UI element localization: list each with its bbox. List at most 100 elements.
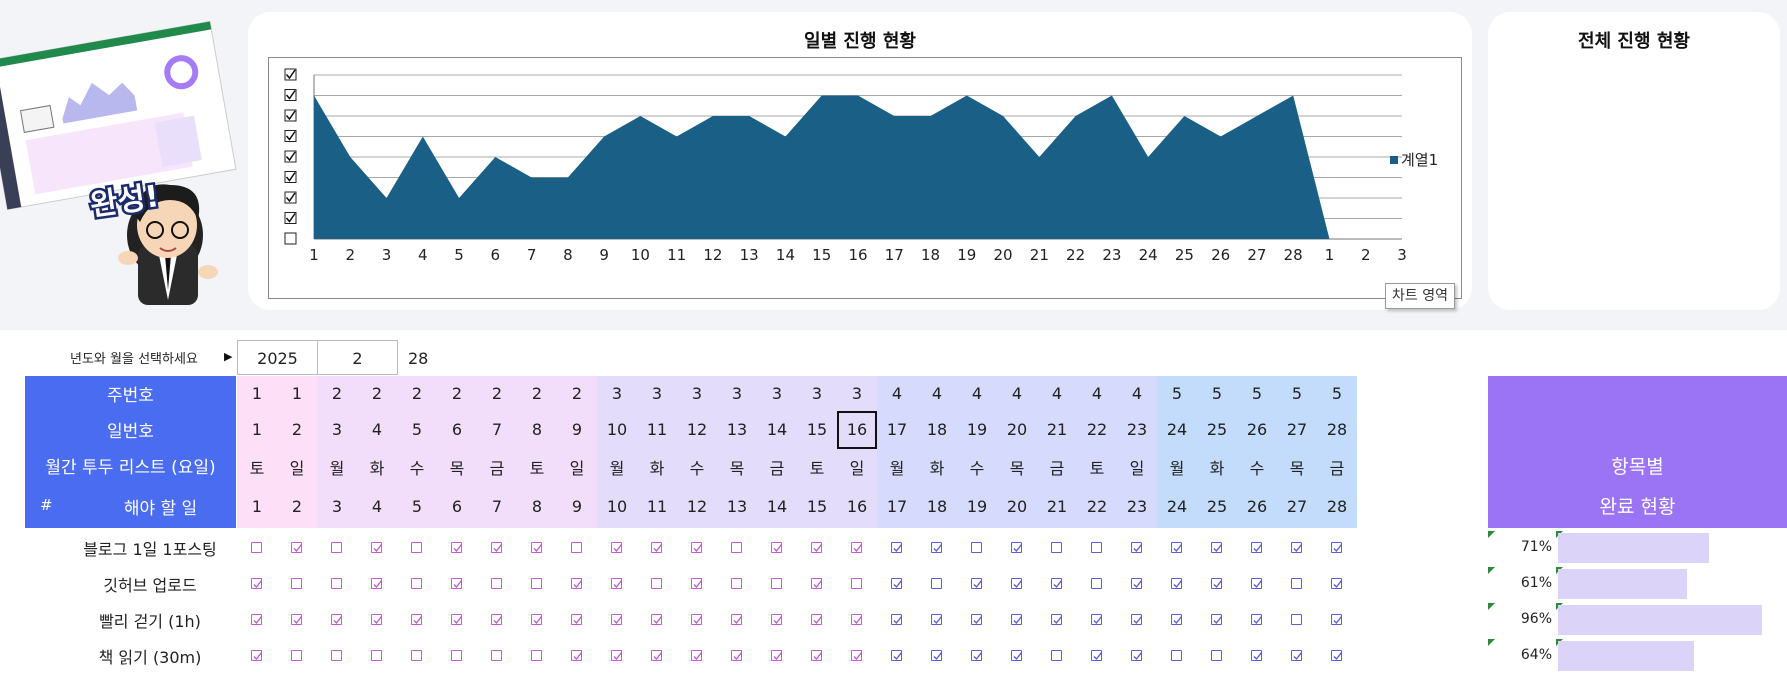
weekday-cell[interactable]: 화	[1197, 455, 1237, 479]
day-number-cell[interactable]: 23	[1117, 420, 1157, 439]
day-number-cell[interactable]: 7	[477, 420, 517, 439]
checked-checkbox[interactable]	[531, 542, 543, 553]
day-number-cell[interactable]: 3	[317, 420, 357, 439]
checked-checkbox[interactable]	[1211, 542, 1223, 553]
day-number-cell[interactable]: 5	[397, 420, 437, 439]
checked-checkbox[interactable]	[1051, 578, 1063, 589]
unchecked-checkbox[interactable]	[331, 650, 342, 661]
unchecked-checkbox[interactable]	[571, 542, 582, 553]
todo-day-cell[interactable]: 25	[1197, 497, 1237, 516]
week-number-cell[interactable]: 4	[1117, 384, 1157, 403]
checked-checkbox[interactable]	[1051, 614, 1063, 625]
checked-checkbox[interactable]	[1291, 542, 1303, 553]
week-number-cell[interactable]: 4	[917, 384, 957, 403]
checked-checkbox[interactable]	[811, 650, 823, 661]
checked-checkbox[interactable]	[771, 542, 783, 553]
todo-day-cell[interactable]: 10	[597, 497, 637, 516]
weekday-cell[interactable]: 목	[1277, 455, 1317, 479]
checked-checkbox[interactable]	[931, 542, 943, 553]
checked-checkbox[interactable]	[691, 542, 703, 553]
checked-checkbox[interactable]	[291, 614, 303, 625]
todo-day-cell[interactable]: 2	[277, 497, 317, 516]
checked-checkbox[interactable]	[1251, 650, 1263, 661]
weekday-cell[interactable]: 토	[1077, 455, 1117, 479]
checked-checkbox[interactable]	[1131, 542, 1143, 553]
checked-checkbox[interactable]	[251, 614, 263, 625]
unchecked-checkbox[interactable]	[931, 578, 942, 589]
checked-checkbox[interactable]	[811, 614, 823, 625]
day-number-cell[interactable]: 28	[1317, 420, 1357, 439]
week-number-cell[interactable]: 2	[397, 384, 437, 403]
checked-checkbox[interactable]	[371, 578, 383, 589]
checked-checkbox[interactable]	[491, 614, 503, 625]
todo-day-cell[interactable]: 8	[517, 497, 557, 516]
checked-checkbox[interactable]	[611, 542, 623, 553]
checked-checkbox[interactable]	[531, 614, 543, 625]
day-number-cell[interactable]: 12	[677, 420, 717, 439]
day-number-cell[interactable]: 14	[757, 420, 797, 439]
unchecked-checkbox[interactable]	[1291, 614, 1302, 625]
checked-checkbox[interactable]	[1011, 614, 1023, 625]
weekday-cell[interactable]: 목	[717, 455, 757, 479]
checked-checkbox[interactable]	[571, 578, 583, 589]
weekday-cell[interactable]: 월	[317, 455, 357, 479]
task-name[interactable]: 깃허브 업로드	[25, 572, 275, 596]
checked-checkbox[interactable]	[691, 650, 703, 661]
todo-day-cell[interactable]: 18	[917, 497, 957, 516]
checked-checkbox[interactable]	[371, 614, 383, 625]
checked-checkbox[interactable]	[731, 614, 743, 625]
week-number-cell[interactable]: 1	[277, 384, 317, 403]
day-number-cell[interactable]: 19	[957, 420, 997, 439]
checked-checkbox[interactable]	[1331, 542, 1343, 553]
unchecked-checkbox[interactable]	[1091, 578, 1102, 589]
weekday-cell[interactable]: 토	[797, 455, 837, 479]
checked-checkbox[interactable]	[1091, 614, 1103, 625]
checked-checkbox[interactable]	[411, 614, 423, 625]
checked-checkbox[interactable]	[1011, 578, 1023, 589]
checked-checkbox[interactable]	[1011, 542, 1023, 553]
unchecked-checkbox[interactable]	[531, 650, 542, 661]
checked-checkbox[interactable]	[291, 542, 303, 553]
checked-checkbox[interactable]	[1211, 614, 1223, 625]
todo-day-cell[interactable]: 3	[317, 497, 357, 516]
checked-checkbox[interactable]	[571, 614, 583, 625]
week-number-cell[interactable]: 5	[1277, 384, 1317, 403]
checked-checkbox[interactable]	[1131, 650, 1143, 661]
unchecked-checkbox[interactable]	[851, 578, 862, 589]
week-number-cell[interactable]: 2	[557, 384, 597, 403]
weekday-cell[interactable]: 목	[437, 455, 477, 479]
checked-checkbox[interactable]	[851, 614, 863, 625]
task-name[interactable]: 책 읽기 (30m)	[25, 644, 275, 668]
unchecked-checkbox[interactable]	[451, 650, 462, 661]
unchecked-checkbox[interactable]	[1171, 650, 1182, 661]
checked-checkbox[interactable]	[1091, 650, 1103, 661]
week-number-cell[interactable]: 3	[637, 384, 677, 403]
todo-day-cell[interactable]: 5	[397, 497, 437, 516]
checked-checkbox[interactable]	[691, 578, 703, 589]
day-number-cell[interactable]: 17	[877, 420, 917, 439]
unchecked-checkbox[interactable]	[491, 650, 502, 661]
checked-checkbox[interactable]	[451, 614, 463, 625]
checked-checkbox[interactable]	[771, 614, 783, 625]
todo-day-cell[interactable]: 12	[677, 497, 717, 516]
checked-checkbox[interactable]	[1171, 542, 1183, 553]
area-chart[interactable]: 1 2 3 4 5 6 7 8 9 10 11 12 13 14 15 16 17 18 19 20 21 22 23 24 2…	[269, 58, 1461, 298]
checked-checkbox[interactable]	[1331, 614, 1343, 625]
unchecked-checkbox[interactable]	[1051, 542, 1062, 553]
week-number-cell[interactable]: 2	[477, 384, 517, 403]
checked-checkbox[interactable]	[1291, 650, 1303, 661]
week-number-cell[interactable]: 2	[437, 384, 477, 403]
checked-checkbox[interactable]	[891, 578, 903, 589]
unchecked-checkbox[interactable]	[411, 650, 422, 661]
checked-checkbox[interactable]	[651, 542, 663, 553]
week-number-cell[interactable]: 4	[1037, 384, 1077, 403]
series-area-계열1[interactable]	[314, 95, 1330, 240]
checked-checkbox[interactable]	[251, 650, 263, 661]
weekday-cell[interactable]: 화	[357, 455, 397, 479]
checked-checkbox[interactable]	[1251, 578, 1263, 589]
weekday-cell[interactable]: 일	[277, 455, 317, 479]
day-number-cell[interactable]: 26	[1237, 420, 1277, 439]
todo-day-cell[interactable]: 26	[1237, 497, 1277, 516]
todo-day-cell[interactable]: 9	[557, 497, 597, 516]
checked-checkbox[interactable]	[1331, 650, 1343, 661]
